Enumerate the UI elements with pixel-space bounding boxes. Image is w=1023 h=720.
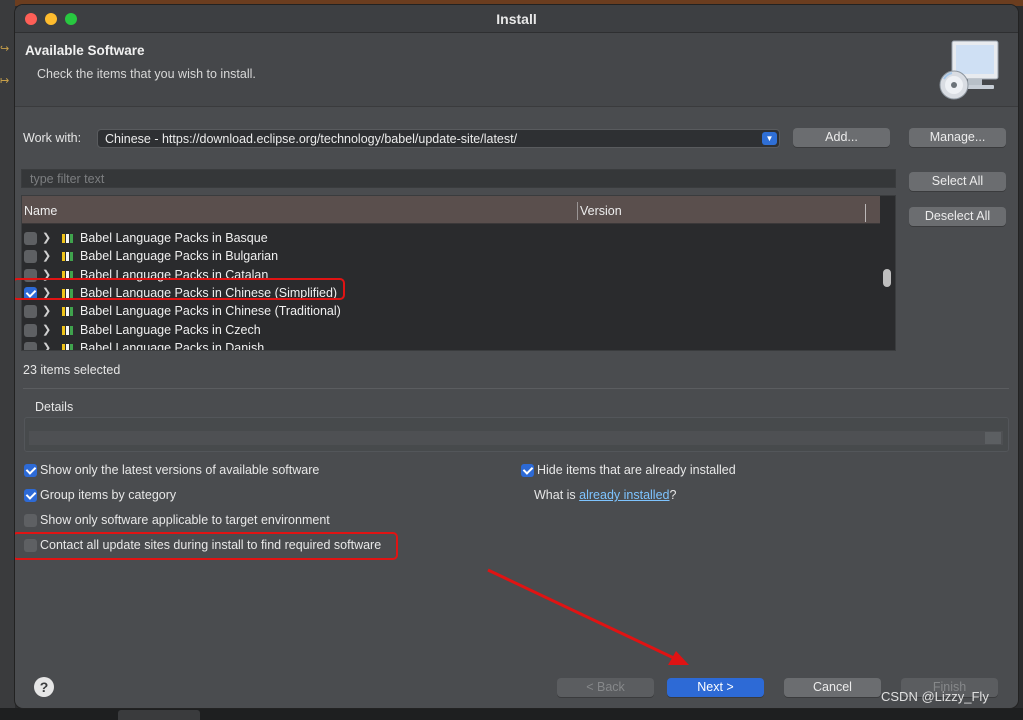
highlight-box-contact-sites	[15, 532, 398, 560]
column-divider[interactable]	[577, 202, 578, 220]
details-label: Details	[35, 400, 74, 414]
group-by-category-label: Group items by category	[40, 488, 177, 502]
expand-chevron-icon[interactable]: ❯	[42, 304, 51, 317]
software-tree[interactable]: Name Version ❯ Babel Language Packs in Ba…	[21, 195, 896, 351]
watermark: CSDN @Lizzy_Fly	[881, 689, 989, 704]
filter-input[interactable]	[22, 170, 895, 187]
expand-chevron-icon[interactable]: ❯	[42, 341, 51, 350]
feature-group-icon	[62, 325, 75, 335]
back-button[interactable]: < Back	[557, 678, 654, 697]
what-is-installed-text: What is already installed?	[534, 488, 676, 502]
latest-versions-label: Show only the latest versions of availab…	[40, 463, 320, 477]
table-row[interactable]: ❯ Babel Language Packs in Basque	[22, 230, 880, 248]
row-checkbox[interactable]	[24, 250, 37, 264]
expand-chevron-icon[interactable]: ❯	[42, 323, 51, 336]
group-by-category-checkbox[interactable]	[24, 489, 37, 502]
table-row[interactable]: ❯ Babel Language Packs in Bulgarian	[22, 248, 880, 266]
filter-field[interactable]	[21, 169, 896, 188]
scrollbar-thumb[interactable]	[883, 269, 891, 287]
highlight-box-chinese-simplified	[15, 278, 345, 300]
table-row[interactable]: ❯ Babel Language Packs in Chinese (Tradit…	[22, 303, 880, 321]
target-environment-label: Show only software applicable to target …	[40, 513, 330, 527]
hide-installed-checkbox[interactable]	[521, 464, 534, 477]
header-pane: Available Software Check the items that …	[15, 33, 1018, 107]
row-checkbox[interactable]	[24, 323, 37, 337]
row-label: Babel Language Packs in Chinese (Traditi…	[80, 304, 341, 319]
add-button[interactable]: Add...	[793, 128, 890, 147]
background-toolbar: ↪ ↦	[0, 0, 15, 720]
feature-group-icon	[62, 307, 75, 317]
column-header-version[interactable]: Version	[580, 204, 622, 218]
target-environment-checkbox[interactable]	[24, 514, 37, 527]
deselect-all-button[interactable]: Deselect All	[909, 207, 1006, 226]
expand-chevron-icon[interactable]: ❯	[42, 249, 51, 262]
manage-button[interactable]: Manage...	[909, 128, 1006, 147]
column-header-name[interactable]: Name	[24, 204, 57, 218]
toolbar-arrow-icon: ↦	[0, 75, 10, 87]
next-button[interactable]: Next >	[667, 678, 764, 697]
tree-scrollbar[interactable]	[880, 196, 895, 350]
annotation-arrow-icon	[487, 568, 689, 665]
software-cd-monitor-icon	[939, 40, 999, 100]
row-label: Babel Language Packs in Danish	[80, 340, 265, 351]
row-label: Babel Language Packs in Bulgarian	[80, 249, 279, 264]
hide-installed-label: Hide items that are already installed	[537, 463, 736, 477]
latest-versions-checkbox[interactable]	[24, 464, 37, 477]
cancel-button[interactable]: Cancel	[784, 678, 881, 697]
column-divider[interactable]	[865, 204, 866, 222]
work-with-combo[interactable]: Chinese - https://download.eclipse.org/t…	[97, 129, 780, 148]
page-description: Check the items that you wish to install…	[37, 67, 256, 81]
what-is-prefix: What is	[534, 488, 580, 502]
feature-group-icon	[62, 234, 75, 243]
work-with-label: Work with:	[23, 131, 82, 145]
divider	[23, 388, 1009, 389]
table-header: Name Version	[22, 196, 880, 224]
row-checkbox[interactable]	[24, 305, 37, 319]
selection-status: 23 items selected	[23, 363, 121, 377]
feature-group-icon	[62, 343, 75, 350]
work-with-value: Chinese - https://download.eclipse.org/t…	[105, 132, 518, 146]
row-checkbox[interactable]	[24, 232, 37, 245]
table-row[interactable]: ❯ Babel Language Packs in Czech	[22, 322, 880, 340]
title-bar: Install	[15, 5, 1018, 33]
help-icon[interactable]: ?	[34, 677, 54, 697]
expand-chevron-icon[interactable]: ❯	[42, 231, 51, 244]
page-title: Available Software	[25, 43, 145, 58]
select-all-button[interactable]: Select All	[909, 172, 1006, 191]
feature-group-icon	[62, 252, 75, 262]
details-area[interactable]	[24, 417, 1009, 452]
background-status-area	[0, 708, 1023, 720]
table-row[interactable]: ❯ Babel Language Packs in Danish	[22, 340, 880, 351]
row-label: Babel Language Packs in Basque	[80, 231, 268, 245]
details-scrollbar[interactable]	[29, 431, 1003, 445]
what-is-suffix: ?	[669, 488, 677, 502]
chevron-down-icon[interactable]: ▼	[762, 132, 777, 145]
window-title: Install	[496, 11, 537, 27]
install-dialog: Install Available Software Check the ite…	[15, 5, 1018, 708]
row-checkbox[interactable]	[24, 341, 37, 350]
row-label: Babel Language Packs in Czech	[80, 322, 261, 337]
already-installed-link[interactable]: already installed	[579, 488, 669, 502]
toolbar-arrow-icon: ↪	[0, 43, 10, 55]
